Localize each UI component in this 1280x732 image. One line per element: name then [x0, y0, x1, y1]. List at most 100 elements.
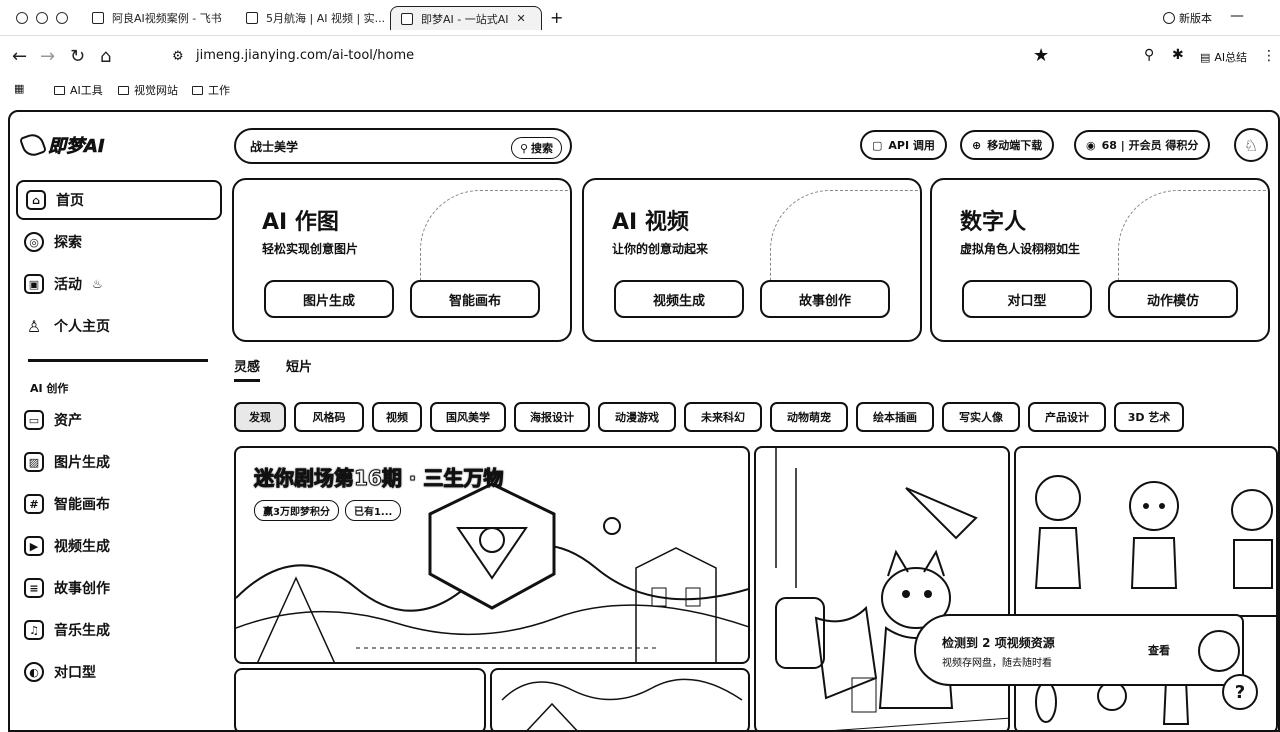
video-icon: ▶	[24, 536, 44, 556]
search-button[interactable]: ⚲ 搜索	[510, 137, 562, 159]
url-field[interactable]: jimeng.jianying.com/ai-tool/home	[196, 48, 414, 63]
feature-subtitle: 轻松实现创意图片	[262, 242, 359, 256]
reload-icon[interactable]: ↻	[70, 46, 85, 67]
apps-icon[interactable]: ▦	[14, 82, 24, 95]
chip-portrait[interactable]: 写实人像	[942, 402, 1020, 432]
bookmark-folder-1[interactable]: AI工具	[54, 82, 103, 98]
new-version-button[interactable]: 新版本	[1163, 10, 1212, 26]
chip-3d-art[interactable]: 3D 艺术	[1114, 402, 1184, 432]
jimeng-logo-icon	[18, 130, 48, 160]
sidebar-item-activity[interactable]: ▣ 活动 ♨	[16, 264, 222, 304]
puzzle-icon[interactable]: ✱	[1172, 47, 1184, 63]
minimize-icon[interactable]: —	[1230, 8, 1244, 24]
browser-window: 阿良AI视频案例 - 飞书 5月航海 | AI 视频 | 实... 即梦AI -…	[0, 0, 1280, 732]
chip-discover[interactable]: 发现	[234, 402, 286, 432]
sidebar-item-story[interactable]: ≡ 故事创作	[16, 568, 222, 608]
banner-title: 迷你剧场第16期 · 三生万物	[253, 466, 504, 491]
folder-icon	[192, 85, 203, 95]
feature-title: AI 作图	[262, 210, 339, 235]
chip-picturebook[interactable]: 绘本插画	[856, 402, 934, 432]
sidebar-item-home[interactable]: ⌂ 首页	[16, 180, 222, 220]
sidebar-item-explore[interactable]: ◎ 探索	[16, 222, 222, 262]
chip-scifi[interactable]: 未来科幻	[684, 402, 762, 432]
sidebar-item-image-gen[interactable]: ▨ 图片生成	[16, 442, 222, 482]
download-icon: ⊕	[972, 138, 982, 152]
logo[interactable]: 即梦AI	[18, 128, 114, 162]
help-button[interactable]: ?	[1222, 674, 1258, 710]
window-minimize-button[interactable]	[36, 12, 48, 24]
ai-summary-button[interactable]: ▤ AI总结	[1200, 49, 1247, 65]
new-tab-button[interactable]: +	[550, 8, 563, 27]
tab-label: 即梦AI - 一站式AI	[421, 12, 509, 26]
search-icon: ⚲	[519, 141, 528, 155]
bookmark-folder-3[interactable]: 工作	[192, 82, 230, 98]
doc-icon	[92, 12, 104, 24]
chip-guofeng[interactable]: 国风美学	[430, 402, 506, 432]
sidebar-item-profile[interactable]: ♙ 个人主页	[16, 306, 222, 346]
avatar[interactable]: ♘	[1234, 128, 1268, 162]
tab-shorts[interactable]: 短片	[286, 356, 312, 375]
browser-tab-1[interactable]: 阿良AI视频案例 - 飞书	[92, 6, 238, 30]
featured-banner[interactable]: 迷你剧场第16期 · 三生万物 赢3万即梦积分 已有1...	[234, 446, 750, 664]
window-zoom-button[interactable]	[56, 12, 68, 24]
forward-icon[interactable]: →	[40, 46, 55, 67]
sidebar-item-label: 探索	[54, 235, 82, 251]
chip-anime[interactable]: 动漫游戏	[598, 402, 676, 432]
back-icon[interactable]: ←	[12, 46, 27, 67]
story-button[interactable]: 故事创作	[760, 280, 890, 318]
home-icon[interactable]: ⌂	[100, 46, 111, 67]
credits-icon: ◉	[1086, 138, 1096, 152]
folder-icon	[118, 85, 129, 95]
window-close-button[interactable]	[16, 12, 28, 24]
banner-reward-badge: 赢3万即梦积分	[254, 500, 339, 521]
jimeng-favicon-icon	[401, 12, 413, 25]
browser-tab-2[interactable]: 5月航海 | AI 视频 | 实...	[246, 6, 386, 30]
logo-text: 即梦AI	[48, 136, 105, 158]
sidebar-item-video-gen[interactable]: ▶ 视频生成	[16, 526, 222, 566]
toast-title: 检测到 2 项视频资源	[942, 636, 1055, 650]
browser-tab-3[interactable]: 即梦AI - 一站式AI ✕	[390, 6, 542, 30]
toast-subtitle: 视频存网盘，随去随时看	[942, 658, 1052, 669]
extension-icon[interactable]: ⚲	[1144, 47, 1154, 63]
sidebar-item-music[interactable]: ♫ 音乐生成	[16, 610, 222, 650]
doc-icon	[246, 12, 258, 24]
chip-poster[interactable]: 海报设计	[514, 402, 590, 432]
close-icon[interactable]: ✕	[517, 12, 526, 25]
tab-inspiration[interactable]: 灵感	[234, 356, 261, 382]
tab-label: 阿良AI视频案例 - 飞书	[112, 12, 222, 25]
chip-product[interactable]: 产品设计	[1028, 402, 1106, 432]
help-icon: ?	[1234, 681, 1246, 703]
image-gen-button[interactable]: 图片生成	[264, 280, 394, 318]
api-button[interactable]: ▢ API 调用	[860, 130, 947, 160]
credits-label: 68 | 开会员 得积分	[1101, 139, 1199, 152]
chip-video[interactable]: 视频	[372, 402, 422, 432]
gallery-item[interactable]	[754, 446, 1010, 730]
sidebar-item-lipsync[interactable]: ◐ 对口型	[16, 652, 222, 692]
bookmark-star-icon[interactable]: ★	[1033, 45, 1049, 66]
mobile-download-button[interactable]: ⊕ 移动端下载	[960, 130, 1055, 160]
fire-icon: ♨	[92, 277, 103, 291]
gallery-item[interactable]	[234, 668, 486, 730]
video-resource-toast[interactable]: 检测到 2 项视频资源 视频存网盘，随去随时看 查看	[914, 614, 1244, 686]
sidebar-item-canvas[interactable]: # 智能画布	[16, 484, 222, 524]
chip-style-code[interactable]: 风格码	[294, 402, 364, 432]
feature-title: AI 视频	[612, 210, 689, 235]
membership-credits-button[interactable]: ◉ 68 | 开会员 得积分	[1074, 130, 1211, 160]
chip-pets[interactable]: 动物萌宠	[770, 402, 848, 432]
search-input[interactable]: 战士美学 ⚲ 搜索	[234, 128, 572, 164]
bookmarks-bar: ▦ AI工具 视觉网站 工作	[0, 78, 1280, 104]
site-settings-icon[interactable]: ⚙	[172, 49, 184, 64]
bookmark-folder-2[interactable]: 视觉网站	[118, 82, 178, 98]
motion-mimic-button[interactable]: 动作模仿	[1108, 280, 1238, 318]
video-gen-button[interactable]: 视频生成	[614, 280, 744, 318]
canvas-button[interactable]: 智能画布	[410, 280, 540, 318]
tab-label: 5月航海 | AI 视频 | 实...	[266, 12, 386, 25]
lipsync-button[interactable]: 对口型	[962, 280, 1092, 318]
more-icon[interactable]: ⋮	[1262, 48, 1276, 64]
ai-summary-label: AI总结	[1214, 51, 1248, 64]
gallery-item[interactable]	[490, 668, 750, 730]
toast-view-button[interactable]: 查看	[1148, 642, 1170, 658]
gift-icon: ▣	[24, 274, 44, 294]
sidebar-item-label: 视频生成	[54, 539, 110, 555]
sidebar-item-assets[interactable]: ▭ 资产	[16, 400, 222, 440]
